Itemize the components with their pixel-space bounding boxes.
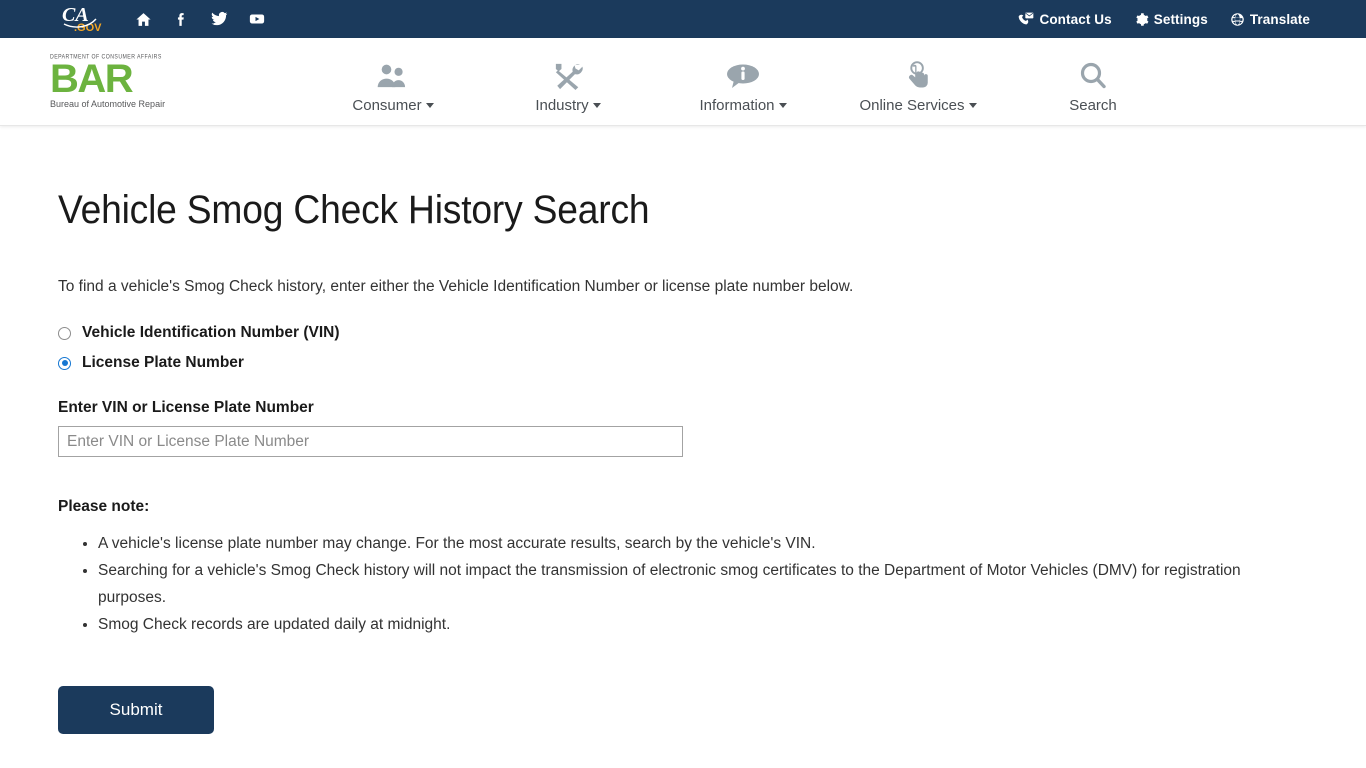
chevron-down-icon <box>425 102 434 108</box>
nav-label-industry: Industry <box>535 97 601 114</box>
list-item: Smog Check records are updated daily at … <box>98 611 1243 638</box>
submit-button[interactable]: Submit <box>58 686 214 734</box>
contact-us-link[interactable]: Contact Us <box>1018 11 1112 27</box>
social-links <box>124 0 276 38</box>
cagov-logo-icon: CA .GOV <box>62 4 102 34</box>
nav-item-search[interactable]: Search <box>1006 51 1181 114</box>
translate-link[interactable]: Translate <box>1230 12 1310 27</box>
main-navigation: Consumer Industry Information Online Ser… <box>0 38 1366 126</box>
radio-license-plate-label[interactable]: License Plate Number <box>82 354 244 372</box>
nav-item-information[interactable]: Information <box>656 51 831 114</box>
utility-links: Contact Us Settings Translate <box>1018 0 1310 38</box>
radio-option-vin[interactable]: Vehicle Identification Number (VIN) <box>58 324 1366 342</box>
globe-icon <box>1231 12 1244 26</box>
search-field-label: Enter VIN or License Plate Number <box>58 399 314 416</box>
radio-vin-input[interactable] <box>58 326 71 340</box>
nav-item-online-services[interactable]: Online Services <box>831 51 1006 114</box>
nav-item-consumer[interactable]: Consumer <box>306 51 481 114</box>
notes-list: A vehicle's license plate number may cha… <box>58 530 1243 638</box>
svg-text:.GOV: .GOV <box>74 22 102 34</box>
home-icon[interactable] <box>124 0 162 38</box>
bar-logo-acronym: BAR <box>50 57 134 101</box>
search-icon <box>1078 59 1108 93</box>
bar-logo[interactable]: DEPARTMENT OF CONSUMER AFFAIRS BAR Burea… <box>50 54 166 109</box>
settings-label: Settings <box>1153 11 1208 27</box>
search-input[interactable] <box>58 426 683 457</box>
bar-logo-department: DEPARTMENT OF CONSUMER AFFAIRS <box>50 54 162 61</box>
list-item: A vehicle's license plate number may cha… <box>98 530 1243 557</box>
cagov-logo[interactable]: CA .GOV <box>58 2 114 36</box>
tools-icon <box>552 59 584 93</box>
list-item: Searching for a vehicle's Smog Check his… <box>98 557 1243 611</box>
facebook-icon[interactable] <box>162 0 200 38</box>
nav-label-online-services: Online Services <box>859 97 977 114</box>
chevron-down-icon <box>592 102 601 108</box>
contact-us-label: Contact Us <box>1039 11 1112 27</box>
chevron-down-icon <box>778 102 787 108</box>
main-content: Vehicle Smog Check History Search To fin… <box>0 188 1366 734</box>
people-icon <box>376 59 410 93</box>
radio-vin-label[interactable]: Vehicle Identification Number (VIN) <box>82 324 340 342</box>
click-hand-icon <box>904 59 932 93</box>
info-bubble-icon <box>726 59 760 93</box>
youtube-icon[interactable] <box>238 0 276 38</box>
nav-label-consumer: Consumer <box>352 97 434 114</box>
radio-option-license-plate[interactable]: License Plate Number <box>58 354 1366 372</box>
translate-label: Translate <box>1249 11 1310 27</box>
nav-label-information: Information <box>699 97 787 114</box>
page-title: Vehicle Smog Check History Search <box>58 188 650 232</box>
please-note-heading: Please note: <box>58 498 150 515</box>
site-header: DEPARTMENT OF CONSUMER AFFAIRS BAR Burea… <box>0 38 1366 126</box>
gear-icon <box>1136 12 1149 26</box>
radio-license-plate-input[interactable] <box>58 356 71 370</box>
nav-label-search: Search <box>1069 96 1117 114</box>
intro-text: To find a vehicle's Smog Check history, … <box>58 278 854 295</box>
search-type-radio-group: Vehicle Identification Number (VIN) Lice… <box>58 324 1366 372</box>
contact-icon <box>1019 12 1034 25</box>
twitter-icon[interactable] <box>200 0 238 38</box>
cagov-utility-bar: CA .GOV Contact Us Settings Translate <box>0 0 1366 38</box>
nav-item-industry[interactable]: Industry <box>481 51 656 114</box>
bar-logo-tagline: Bureau of Automotive Repair <box>50 99 166 109</box>
chevron-down-icon <box>968 102 977 108</box>
settings-link[interactable]: Settings <box>1134 12 1208 27</box>
